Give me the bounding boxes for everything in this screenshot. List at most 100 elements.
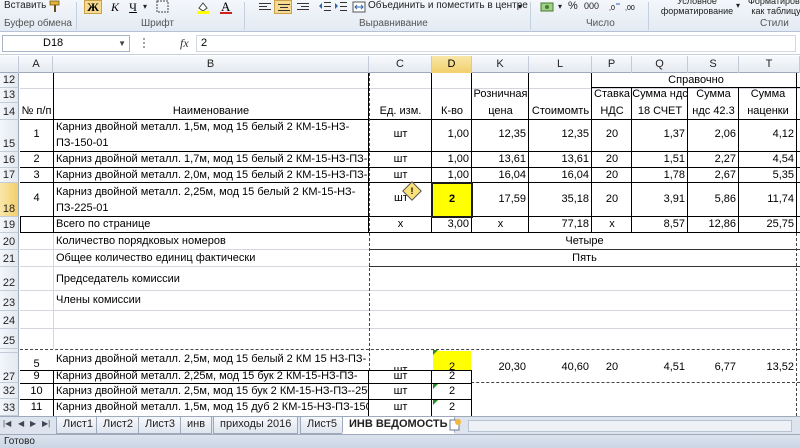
cell-name[interactable]: Карниз двойной металл. 2,25м, мод 15 бук…	[53, 371, 368, 383]
cell-qty[interactable]: 1,00	[432, 153, 472, 165]
select-all-corner[interactable]	[0, 56, 19, 73]
cell-num[interactable]: 5	[20, 358, 53, 370]
cell-unit[interactable]: шт	[369, 153, 432, 165]
count-numbers-label[interactable]: Количество порядковых номеров	[53, 235, 368, 247]
cell-unit[interactable]: шт	[369, 401, 432, 413]
cell-cost[interactable]: 12,35	[529, 128, 592, 140]
cell-num[interactable]: 11	[20, 401, 53, 413]
cell-num[interactable]: 4	[20, 192, 53, 204]
row-header-selected[interactable]: 18	[0, 183, 19, 217]
total-qty[interactable]: 3,00	[432, 218, 472, 230]
row-header[interactable]: 19	[0, 217, 19, 233]
total-label[interactable]: Всего по странице	[53, 218, 368, 230]
cell-qty[interactable]: 2	[432, 371, 472, 383]
cell-vat-18[interactable]: 4,51	[632, 361, 688, 373]
row-header[interactable]: 25	[0, 329, 19, 349]
cell-vat-18[interactable]: 1,37	[632, 128, 688, 140]
borders-icon[interactable]	[156, 0, 170, 14]
cell-vat-rate[interactable]: 20	[592, 361, 632, 373]
cell-name[interactable]: Карниз двойной металл. 2,5м, мод 15 бук …	[53, 385, 368, 397]
italic-button[interactable]: К	[106, 0, 124, 14]
cell-markup[interactable]: 4,12	[739, 128, 797, 140]
cell-num[interactable]: 1	[20, 128, 53, 144]
column-header-p[interactable]: P	[592, 56, 632, 73]
cell-cost[interactable]: 13,61	[529, 153, 592, 165]
row-header[interactable]: 17	[0, 168, 19, 183]
chevron-down-icon[interactable]: ▾	[518, 2, 522, 11]
conditional-format-button[interactable]: Условное форматирование	[660, 0, 734, 18]
column-header-l[interactable]: L	[529, 56, 592, 73]
cell-cost[interactable]: 40,60	[529, 361, 592, 373]
cell-qty[interactable]: 1,00	[432, 128, 472, 140]
cell-unit[interactable]: шт	[369, 128, 432, 140]
column-header-t[interactable]: T	[739, 56, 800, 73]
cell-markup[interactable]: 11,74	[739, 193, 797, 205]
sheet-tab-active[interactable]: ИНВ ВЕДОМОСТЬ	[342, 417, 455, 434]
cell-price[interactable]: 17,59	[472, 193, 529, 205]
cell-price[interactable]: 13,61	[472, 153, 529, 165]
cell-vat-42[interactable]: 5,86	[688, 193, 739, 205]
format-as-table-button[interactable]: Форматировать как таблицу	[748, 0, 800, 18]
formula-input[interactable]: 2	[196, 35, 796, 52]
cell-name[interactable]: Карниз двойной металл. 2,0м, мод 15 белы…	[53, 169, 368, 181]
column-header-a[interactable]: A	[20, 56, 53, 73]
chairman-label[interactable]: Председатель комиссии	[53, 273, 368, 285]
column-header-d[interactable]: D	[432, 56, 472, 73]
cell-price[interactable]: 12,35	[472, 128, 529, 140]
row-header[interactable]: 21	[0, 250, 19, 267]
row-header[interactable]: 32	[0, 383, 19, 399]
cell-vat-42[interactable]: 2,67	[688, 169, 739, 181]
cell-num[interactable]: 10	[20, 385, 53, 397]
cell-name[interactable]: Карниз двойной металл. 2,5м, мод 15 белы…	[53, 351, 368, 369]
sheet-tab[interactable]: Лист5	[300, 417, 345, 434]
cell-vat-42[interactable]: 6,77	[688, 361, 739, 373]
total-vat-42[interactable]: 12,86	[688, 218, 739, 230]
count-units-label[interactable]: Общее количество единиц фактически	[53, 252, 368, 264]
chevron-down-icon[interactable]: ▾	[558, 2, 562, 11]
bold-button[interactable]: Ж	[84, 0, 102, 14]
cell-markup[interactable]: 5,35	[739, 169, 797, 181]
column-header-q[interactable]: Q	[632, 56, 688, 73]
fill-color-icon[interactable]	[196, 0, 210, 14]
cell-vat-18[interactable]: 1,78	[632, 169, 688, 181]
increase-indent-icon[interactable]	[334, 0, 348, 14]
cell-num[interactable]: 9	[20, 371, 53, 383]
horizontal-scrollbar[interactable]	[468, 420, 792, 432]
cell-vat-42[interactable]: 2,06	[688, 128, 739, 140]
cell-vat-rate[interactable]: 20	[592, 128, 632, 140]
align-center-button[interactable]	[274, 0, 292, 14]
total-unit[interactable]: х	[369, 218, 432, 230]
currency-icon[interactable]	[540, 0, 554, 14]
row-header[interactable]: 33	[0, 399, 19, 416]
merge-icon[interactable]	[352, 0, 366, 14]
name-box[interactable]: D18 ▼	[2, 35, 130, 52]
cell-qty-selected[interactable]: 2	[432, 193, 472, 205]
format-painter-icon[interactable]	[48, 0, 62, 14]
count-units-value[interactable]: Пять	[369, 252, 800, 264]
cell-name[interactable]: Карниз двойной металл. 1,5м, мод 15 белы…	[53, 119, 368, 152]
align-left-button[interactable]	[256, 0, 274, 14]
row-header[interactable]: 24	[0, 311, 19, 329]
sheet-tab[interactable]: инв	[180, 417, 213, 434]
paste-button[interactable]: Вставить	[4, 0, 46, 11]
sheet-tab[interactable]: приходы 2016	[213, 417, 299, 434]
chevron-down-icon[interactable]: ▼	[118, 36, 126, 51]
row-header[interactable]: 14	[0, 103, 19, 120]
total-vat-rate[interactable]: х	[592, 218, 632, 230]
cell-name[interactable]: Карниз двойной металл. 1,5м, мод 15 дуб …	[53, 401, 368, 413]
cell-num[interactable]: 3	[20, 169, 53, 181]
cell-price[interactable]: 20,30	[472, 361, 529, 373]
function-icon[interactable]: fx	[180, 36, 189, 51]
column-header-s[interactable]: S	[688, 56, 739, 73]
row-header[interactable]: 12	[0, 73, 19, 88]
row-header[interactable]: 20	[0, 233, 19, 250]
total-markup[interactable]: 25,75	[739, 218, 797, 230]
cell-qty[interactable]: 1,00	[432, 169, 472, 181]
row-header[interactable]: 16	[0, 152, 19, 168]
cell-num[interactable]: 2	[20, 153, 53, 165]
sheet-tab[interactable]: Лист1	[56, 417, 101, 434]
next-sheet-icon[interactable]: ▶	[30, 419, 36, 428]
cell-price[interactable]: 16,04	[472, 169, 529, 181]
sheet-tab[interactable]: Лист3	[138, 417, 183, 434]
cell-vat-42[interactable]: 2,27	[688, 153, 739, 165]
